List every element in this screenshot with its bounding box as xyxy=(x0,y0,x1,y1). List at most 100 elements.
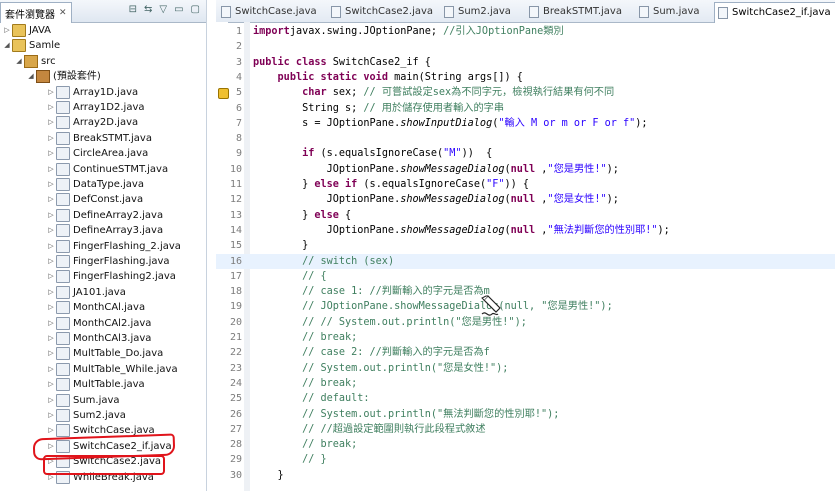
tree-file-item[interactable]: ▷ Array1D2.java xyxy=(46,100,145,115)
code-line[interactable]: 16 // switch (sex) xyxy=(216,253,835,269)
collapsed-arrow-icon[interactable]: ▷ xyxy=(46,300,56,315)
editor-tab[interactable]: SwitchCase2.java xyxy=(328,2,436,22)
tab-label: BreakSTMT.java xyxy=(543,6,622,17)
collapsed-arrow-icon[interactable]: ▷ xyxy=(46,85,56,100)
tree-folder-item[interactable]: ◢ Samle xyxy=(2,38,60,53)
collapsed-arrow-icon[interactable]: ▷ xyxy=(46,285,56,300)
code-line[interactable]: 12 JOptionPane.showMessageDialog(null ,"… xyxy=(216,192,835,207)
code-line[interactable]: 17 // { xyxy=(216,269,835,284)
tree-file-item[interactable]: ▷ DefConst.java xyxy=(46,192,143,207)
tree-file-item[interactable]: ▷ DataType.java xyxy=(46,177,144,192)
collapsed-arrow-icon[interactable]: ▷ xyxy=(46,208,56,223)
collapsed-arrow-icon[interactable]: ▷ xyxy=(46,377,56,392)
code-line[interactable]: 1 importjavax.swing.JOptionPane; //引入JOpt… xyxy=(216,24,835,39)
close-icon[interactable]: ✕ xyxy=(59,8,67,18)
tree-file-item[interactable]: ▷ DefineArray2.java xyxy=(46,208,163,223)
editor-tab[interactable]: Sum.java xyxy=(636,2,703,22)
code-line[interactable]: 15 } xyxy=(216,238,835,253)
collapsed-arrow-icon[interactable]: ▷ xyxy=(46,223,56,238)
code-line[interactable]: 21 // break; xyxy=(216,330,835,345)
code-line[interactable]: 9 if (s.equalsIgnoreCase("M")) { xyxy=(216,146,835,161)
code-line[interactable]: 4 public static void main(String args[])… xyxy=(216,70,835,85)
code-line[interactable]: 28 // break; xyxy=(216,437,835,452)
tree-file-item[interactable]: ▷ FingerFlashing_2.java xyxy=(46,239,181,254)
collapsed-arrow-icon[interactable]: ▷ xyxy=(46,393,56,408)
collapsed-arrow-icon[interactable]: ▷ xyxy=(46,239,56,254)
code-line[interactable]: 11 } else if (s.equalsIgnoreCase("F")) { xyxy=(216,177,835,192)
code-line[interactable]: 13 } else { xyxy=(216,208,835,223)
code-line[interactable]: 7 s = JOptionPane.showInputDialog("輸入 M … xyxy=(216,116,835,131)
expanded-arrow-icon[interactable]: ◢ xyxy=(14,54,24,69)
collapsed-arrow-icon[interactable]: ▷ xyxy=(46,408,56,423)
tree-file-item[interactable]: ▷ MonthCAl.java xyxy=(46,300,145,315)
collapsed-arrow-icon[interactable]: ▷ xyxy=(46,177,56,192)
code-line[interactable]: 5 char sex; // 可嘗試設定sex為不同字元，檢視執行結果有何不同 xyxy=(216,85,835,100)
tree-file-item[interactable]: ▷ MultTable_Do.java xyxy=(46,346,163,361)
maximize-icon[interactable]: ▢ xyxy=(191,4,200,15)
code-line[interactable]: 8 xyxy=(216,131,835,146)
code-line[interactable]: 27 // //超過設定範圍則執行此段程式敘述 xyxy=(216,422,835,437)
tree-folder-item[interactable]: ▷ JAVA xyxy=(2,23,51,38)
collapsed-arrow-icon[interactable]: ▷ xyxy=(46,146,56,161)
tree-file-item[interactable]: ▷ Sum.java xyxy=(46,393,120,408)
tree-file-item[interactable]: ▷ BreakSTMT.java xyxy=(46,131,152,146)
collapsed-arrow-icon[interactable]: ▷ xyxy=(46,362,56,377)
collapsed-arrow-icon[interactable]: ▷ xyxy=(46,254,56,269)
tree-file-item[interactable]: ▷ Array1D.java xyxy=(46,85,138,100)
collapsed-arrow-icon[interactable]: ▷ xyxy=(46,346,56,361)
code-line[interactable]: 19 // JOptionPane.showMessageDialog(null… xyxy=(216,299,835,314)
tree-file-item[interactable]: ▷ ContinueSTMT.java xyxy=(46,162,168,177)
tree-file-item[interactable]: ▷ CircleArea.java xyxy=(46,146,148,161)
tree-file-item[interactable]: ▷ MultTable_While.java xyxy=(46,362,178,377)
code-line[interactable]: 24 // break; xyxy=(216,376,835,391)
code-editor[interactable]: SwitchCase.java SwitchCase2.java Sum2.java… xyxy=(216,0,835,491)
code-line[interactable]: 25 // default: xyxy=(216,391,835,406)
tree-file-item[interactable]: ▷ FingerFlashing.java xyxy=(46,254,170,269)
collapsed-arrow-icon[interactable]: ▷ xyxy=(46,100,56,115)
link-editor-icon[interactable]: ⇆ xyxy=(144,4,152,15)
collapsed-arrow-icon[interactable]: ▷ xyxy=(46,192,56,207)
tree-folder-item[interactable]: ◢ src xyxy=(14,54,56,69)
expanded-arrow-icon[interactable]: ◢ xyxy=(26,69,36,84)
tree-file-item[interactable]: ▷ Array2D.java xyxy=(46,115,138,130)
collapsed-arrow-icon[interactable]: ▷ xyxy=(46,115,56,130)
collapsed-arrow-icon[interactable]: ▷ xyxy=(46,316,56,331)
collapsed-arrow-icon[interactable]: ▷ xyxy=(46,331,56,346)
minimize-icon[interactable]: ▭ xyxy=(174,4,183,15)
code-line[interactable]: 18 // case 1: //判斷輸入的字元是否為m xyxy=(216,284,835,299)
collapse-all-icon[interactable]: ⊟ xyxy=(129,4,137,15)
collapsed-arrow-icon[interactable]: ▷ xyxy=(46,423,56,438)
tree-folder-item[interactable]: ◢ (預設套件) xyxy=(26,69,101,84)
collapsed-arrow-icon[interactable]: ▷ xyxy=(2,23,12,38)
editor-tab[interactable]: SwitchCase.java xyxy=(218,2,320,22)
code-line[interactable]: 26 // System.out.println("無法判斷您的性別耶!"); xyxy=(216,407,835,422)
expanded-arrow-icon[interactable]: ◢ xyxy=(2,38,12,53)
code-line[interactable]: 10 JOptionPane.showMessageDialog(null ,"… xyxy=(216,162,835,177)
view-menu-icon[interactable]: ▽ xyxy=(159,4,167,15)
code-line[interactable]: 3 public class SwitchCase2_if { xyxy=(216,55,835,70)
code-line[interactable]: 29 // } xyxy=(216,452,835,467)
editor-tab[interactable]: BreakSTMT.java xyxy=(526,2,625,22)
tree-file-item[interactable]: ▷ Sum2.java xyxy=(46,408,126,423)
code-line[interactable]: 23 // System.out.println("您是女性!"); xyxy=(216,361,835,376)
code-line[interactable]: 6 String s; // 用於儲存使用者輸入的字串 xyxy=(216,101,835,116)
collapsed-arrow-icon[interactable]: ▷ xyxy=(46,131,56,146)
tab-package-explorer[interactable]: 套件瀏覽器 ✕ xyxy=(0,2,72,23)
tree-file-item[interactable]: ▷ MonthCAl3.java xyxy=(46,331,151,346)
tree-file-item[interactable]: ▷ MultTable.java xyxy=(46,377,145,392)
code-line[interactable]: 14 JOptionPane.showMessageDialog(null ,"… xyxy=(216,223,835,238)
editor-tab[interactable]: SwitchCase2_if.java✕ xyxy=(714,2,835,23)
collapsed-arrow-icon[interactable]: ▷ xyxy=(46,162,56,177)
warning-icon[interactable] xyxy=(218,88,229,100)
tree-file-item[interactable]: ▷ DefineArray3.java xyxy=(46,223,163,238)
code-line[interactable]: 22 // case 2: //判斷輸入的字元是否為f xyxy=(216,345,835,360)
tree-file-item[interactable]: ▷ JA101.java xyxy=(46,285,126,300)
code-line[interactable]: 20 // // System.out.println("您是男性!"); xyxy=(216,315,835,330)
tree-file-item[interactable]: ▷ FingerFlashing2.java xyxy=(46,269,176,284)
code-line[interactable]: 2 xyxy=(216,39,835,54)
tree-file-item[interactable]: ▷ MonthCAl2.java xyxy=(46,316,151,331)
code-line[interactable]: 30 } xyxy=(216,468,835,483)
editor-tab[interactable]: Sum2.java xyxy=(441,2,514,22)
collapsed-arrow-icon[interactable]: ▷ xyxy=(46,269,56,284)
